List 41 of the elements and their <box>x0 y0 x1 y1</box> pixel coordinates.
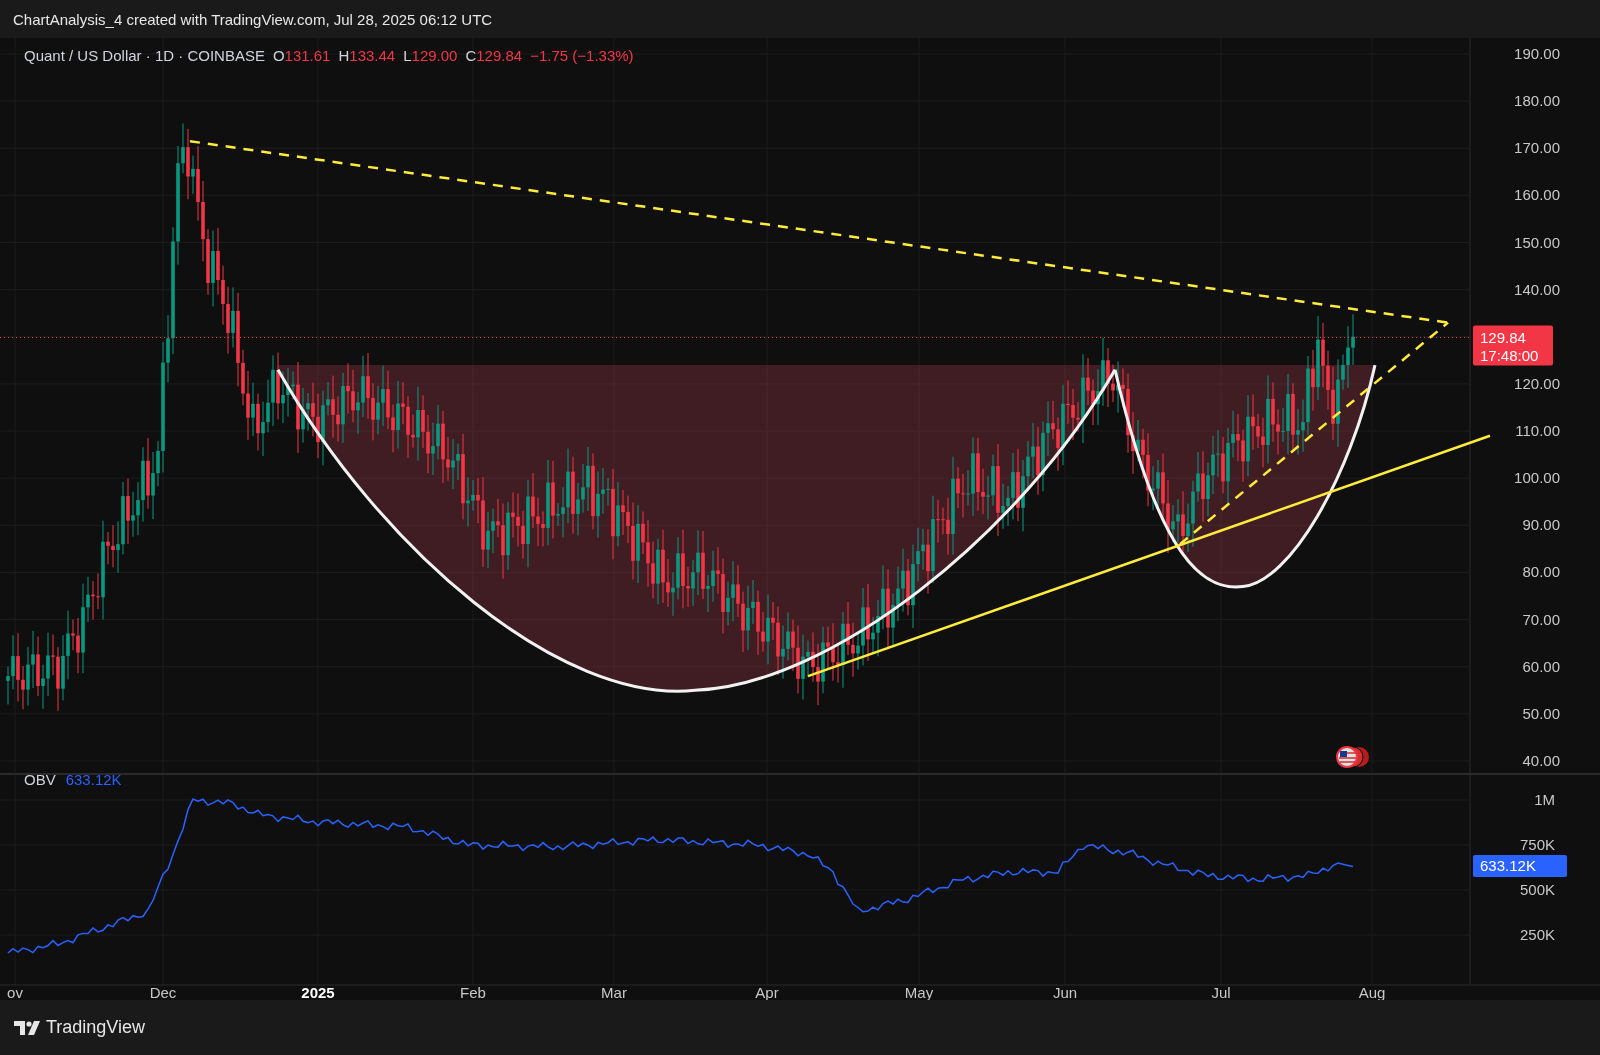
ohlc-value: C129.84 <box>465 47 523 64</box>
time-tick: ov <box>7 984 23 1000</box>
price-tick: 110.00 <box>1515 422 1560 440</box>
ohlc-value: H133.44 <box>338 47 396 64</box>
obv-value: 633.12K <box>65 771 122 788</box>
price-tick: 70.00 <box>1522 610 1560 628</box>
price-tick: 40.00 <box>1522 751 1560 769</box>
countdown: 17:48:00 <box>1480 346 1539 364</box>
price-tick: 100.00 <box>1514 469 1560 487</box>
price-tick: 160.00 <box>1514 186 1560 204</box>
chart-title: ChartAnalysis_4 created with TradingView.com, Jul 28, 2025 06:12 UTC <box>13 10 493 28</box>
time-tick: Jul <box>1211 984 1231 1000</box>
event-flag-icon[interactable] <box>1336 746 1369 768</box>
brand-name: TradingView <box>46 1017 146 1038</box>
price-tick: 50.00 <box>1522 704 1560 722</box>
price-tick: 80.00 <box>1522 563 1560 581</box>
time-tick: Mar <box>601 984 627 1000</box>
price-tick: 60.00 <box>1522 657 1560 675</box>
price-tick: 170.00 <box>1514 139 1560 157</box>
obv-tick: 750K <box>1519 836 1555 853</box>
symbol-label: Quant / US Dollar · 1D · COINBASE <box>24 47 265 64</box>
time-tick: Dec <box>149 984 177 1000</box>
obv-tick: 250K <box>1519 926 1555 943</box>
price-tick: 150.00 <box>1514 233 1560 251</box>
obv-tick: 500K <box>1519 881 1555 898</box>
price-tick: 180.00 <box>1514 92 1560 110</box>
price-tick: 140.00 <box>1514 280 1560 298</box>
tradingview-logo-icon <box>14 1020 40 1035</box>
price-tick: 90.00 <box>1522 516 1560 534</box>
price-tick: 120.00 <box>1514 374 1560 392</box>
price-change: −1.75 (−1.33%) <box>530 47 634 64</box>
obv-label: OBV <box>24 771 56 788</box>
time-tick: Feb <box>460 984 486 1000</box>
obv-last-value: 633.12K <box>1480 857 1536 874</box>
time-tick: 2025 <box>301 984 335 1000</box>
last-price-value: 129.84 <box>1480 328 1526 346</box>
obv-tick: 1M <box>1534 791 1555 808</box>
time-tick: Jun <box>1052 984 1078 1000</box>
price-tick: 190.00 <box>1514 45 1560 62</box>
ohlc-value: L129.00 <box>403 47 458 64</box>
ohlc-value: O131.61 <box>272 47 331 64</box>
